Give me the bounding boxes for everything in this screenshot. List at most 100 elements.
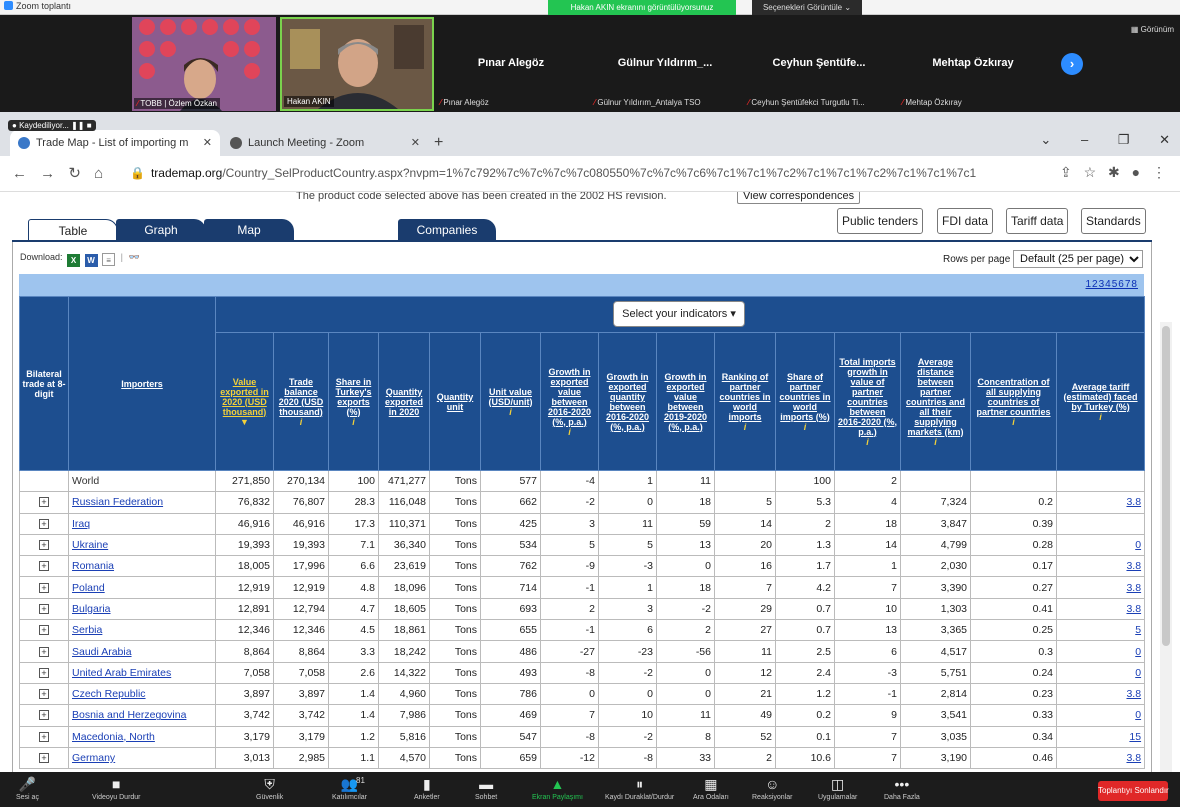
expand-plus-icon[interactable]: + (39, 582, 49, 593)
toolbar-button-participants[interactable]: 👥 81 Katılımcılar (332, 774, 367, 801)
tab-search-icon[interactable]: ⌄ (1040, 132, 1051, 147)
toolbar-button-apps[interactable]: ◫ Uygulamalar (818, 774, 857, 801)
expand-plus-icon[interactable]: + (39, 689, 49, 700)
page-links[interactable]: 12345678 (1086, 279, 1139, 290)
toolbar-button-pause-record[interactable]: ⏸ Kaydı Duraklat/Durdur (605, 774, 674, 801)
col-header-value[interactable]: Value exported in 2020 (USD thousand) ▼ (215, 332, 274, 471)
new-tab-icon[interactable]: + (434, 130, 443, 156)
excel-download-icon[interactable]: X (67, 254, 81, 267)
close-tab-icon[interactable]: ✕ (411, 130, 420, 156)
expand-plus-icon[interactable]: + (39, 540, 49, 551)
importer-link[interactable]: Poland (68, 576, 216, 599)
tariff-link[interactable]: 0 (1055, 640, 1146, 663)
expand-plus-icon[interactable]: + (39, 603, 49, 614)
next-page-arrow-icon[interactable]: › (1061, 53, 1083, 75)
select-indicators-dropdown[interactable]: Select your indicators ▾ (613, 301, 745, 327)
toolbar-button-shield[interactable]: ⛨ Güvenlik (256, 774, 283, 801)
glasses-icon[interactable]: 👓 (128, 252, 139, 262)
fdi-data-button[interactable]: FDI data (937, 208, 994, 234)
tab-companies[interactable]: Companies (398, 219, 496, 241)
toolbar-button-reactions[interactable]: ☺ Reaksiyonlar (752, 774, 792, 801)
close-tab-icon[interactable]: ✕ (203, 130, 212, 156)
tariff-link[interactable]: 3.8 (1055, 746, 1146, 770)
tariff-link[interactable]: 0 (1055, 533, 1146, 557)
expand-plus-icon[interactable]: + (39, 497, 49, 508)
importer-link[interactable]: Romania (68, 555, 216, 578)
url-field[interactable]: 🔒 trademap.org/Country_SelProductCountry.… (130, 166, 980, 180)
importer-link[interactable]: Bulgaria (68, 597, 216, 621)
tariff-link[interactable] (1055, 469, 1146, 493)
profile-avatar-icon[interactable]: ● (1132, 164, 1140, 180)
text-download-icon[interactable]: ≡ (102, 253, 116, 266)
browser-tab-trademap[interactable]: Trade Map - List of importing m ✕ (10, 130, 220, 156)
tariff-link[interactable]: 3.8 (1055, 597, 1146, 621)
extensions-icon[interactable]: ✱ (1108, 164, 1120, 180)
tariff-link[interactable]: 5 (1055, 619, 1146, 642)
expand-plus-icon[interactable]: + (39, 561, 49, 572)
participant-video-tile[interactable]: ⁄ TOBB | Özlem Özkan (132, 17, 276, 111)
toolbar-button-mic-muted[interactable]: 🎤 Sesi aç (16, 774, 39, 801)
toolbar-button-video[interactable]: ■ Videoyu Durdur (92, 774, 141, 801)
expand-plus-icon[interactable]: + (39, 731, 49, 742)
public-tenders-button[interactable]: Public tenders (837, 208, 924, 234)
participant-tile[interactable]: Mehtap Özkıray ⁄ Mehtap Özkıray (898, 17, 1048, 111)
view-options-button[interactable]: Seçenekleri Görüntüle ⌄ (752, 0, 862, 15)
importer-link[interactable]: Russian Federation (68, 491, 216, 514)
close-window-icon[interactable]: ✕ (1159, 132, 1170, 147)
tariff-data-button[interactable]: Tariff data (1006, 208, 1069, 234)
page-scrollbar[interactable] (1160, 322, 1172, 772)
importer-link[interactable]: Czech Republic (68, 682, 216, 706)
importer-link[interactable]: Ukraine (68, 533, 216, 557)
tab-map[interactable]: Map (204, 219, 294, 241)
toolbar-button-share-screen[interactable]: ▲ Ekran Paylaşımı (532, 774, 583, 801)
tariff-link[interactable]: 0 (1055, 661, 1146, 684)
col-header-importers[interactable]: Importers (68, 296, 216, 471)
importer-link[interactable]: United Arab Emirates (68, 661, 216, 684)
forward-icon[interactable]: → (40, 165, 55, 182)
toolbar-button-polls[interactable]: ▮ Anketler (414, 774, 440, 801)
expand-plus-icon[interactable]: + (39, 710, 49, 721)
rows-per-page-select[interactable]: Default (25 per page) (1013, 250, 1144, 268)
tariff-link[interactable] (1055, 512, 1146, 535)
toolbar-button-more[interactable]: ••• Daha Fazla (884, 774, 920, 801)
active-speaker-tile[interactable]: Hakan AKIN (280, 17, 434, 111)
col-header-tariff[interactable]: Average tariff (estimated) faced by Turk… (1055, 332, 1146, 471)
bookmark-star-icon[interactable]: ☆ (1084, 164, 1097, 180)
expand-plus-icon[interactable]: + (39, 667, 49, 678)
importer-link[interactable]: Germany (68, 746, 216, 770)
expand-plus-icon[interactable]: + (39, 753, 49, 763)
participant-tile[interactable]: Pınar Alegöz ⁄ Pınar Alegöz (436, 17, 586, 111)
view-correspondences-button[interactable]: View correspondences (737, 192, 861, 204)
menu-kebab-icon[interactable]: ⋮ (1152, 164, 1166, 180)
expand-plus-icon[interactable]: + (39, 518, 49, 529)
tariff-link[interactable]: 0 (1055, 704, 1146, 727)
tariff-link[interactable]: 3.8 (1055, 682, 1146, 706)
tariff-link[interactable]: 3.8 (1055, 491, 1146, 514)
tab-table[interactable]: Table (28, 219, 118, 241)
home-icon[interactable]: ⌂ (94, 165, 103, 182)
col-header-growth-quantity[interactable]: Growth in exported quantity between 2016… (598, 332, 657, 471)
importer-link[interactable]: Iraq (68, 512, 216, 535)
back-icon[interactable]: ← (12, 165, 27, 182)
expand-plus-icon[interactable]: + (39, 625, 49, 636)
restore-icon[interactable]: ❐ (1118, 132, 1130, 147)
col-header-ranking[interactable]: Ranking of partner countries in world im… (714, 332, 776, 471)
col-header-share[interactable]: Share in Turkey's exports (%) i (328, 332, 379, 471)
col-header-quantity[interactable]: Quantity exported in 2020 (378, 332, 430, 471)
tariff-link[interactable]: 3.8 (1055, 576, 1146, 599)
col-header-distance[interactable]: Average distance between partner countri… (900, 332, 971, 471)
participant-tile[interactable]: Gülnur Yıldırım_... ⁄ Gülnur Yıldırım_Ant… (590, 17, 740, 111)
standards-button[interactable]: Standards (1081, 208, 1146, 234)
minimize-icon[interactable]: – (1081, 132, 1088, 147)
share-icon[interactable]: ⇪ (1060, 164, 1072, 180)
col-header-quantity-unit[interactable]: Quantity unit (429, 332, 481, 471)
col-header-share-world[interactable]: Share of partner countries in world impo… (775, 332, 835, 471)
tariff-link[interactable]: 3.8 (1055, 555, 1146, 578)
col-header-balance[interactable]: Trade balance 2020 (USD thousand) i (273, 332, 329, 471)
word-download-icon[interactable]: W (84, 254, 98, 267)
browser-tab-zoom[interactable]: Launch Meeting - Zoom ✕ (222, 130, 428, 156)
recording-indicator[interactable]: ● Kaydediliyor... ❚❚ ■ (8, 120, 96, 131)
col-header-total-growth[interactable]: Total imports growth in value of partner… (834, 332, 901, 471)
importer-link[interactable]: Bosnia and Herzegovina (68, 704, 216, 727)
view-layout-button[interactable]: ▦ Görünüm (1131, 25, 1174, 34)
